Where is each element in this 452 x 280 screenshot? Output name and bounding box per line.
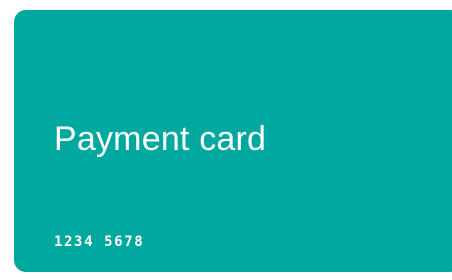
payment-card-screen: Payment card 1234 5678 xyxy=(0,0,452,280)
card-number: 1234 5678 xyxy=(54,234,145,250)
card-title: Payment card xyxy=(54,120,267,158)
payment-card[interactable]: Payment card 1234 5678 xyxy=(14,10,452,272)
